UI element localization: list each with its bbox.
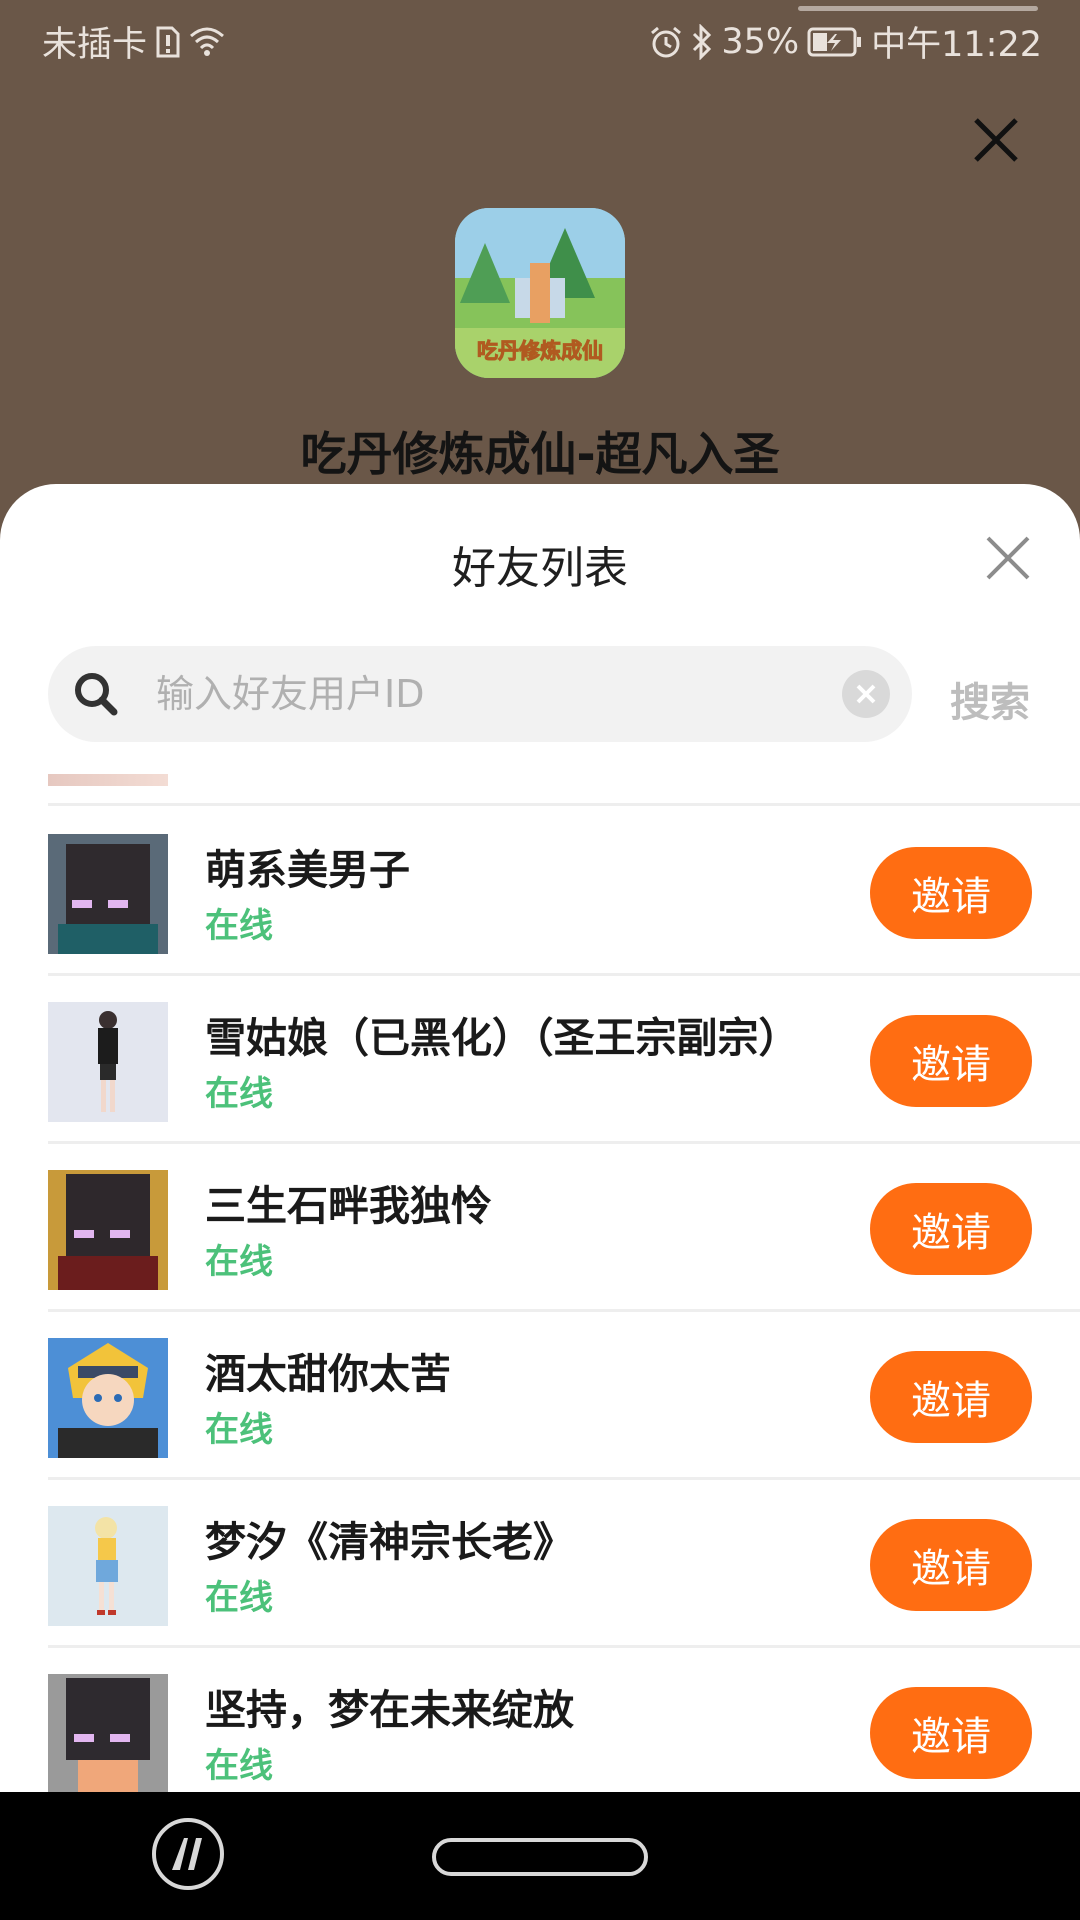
carrier-text: 未插卡 (42, 25, 148, 65)
bluetooth-icon (691, 23, 713, 60)
friend-status: 在线 (205, 906, 273, 946)
friend-status: 在线 (205, 1578, 273, 1618)
friend-name: 梦汐《清神宗长老》 (205, 1518, 574, 1566)
friend-name: 雪姑娘（已黑化）（圣王宗副宗） (205, 1014, 800, 1062)
enderman-avatar (48, 834, 168, 954)
friend-status: 在线 (205, 1746, 273, 1786)
status-right: 35% 中午11:22 (649, 16, 1042, 67)
invite-button[interactable]: 邀请 (870, 1351, 1032, 1443)
page-close-icon[interactable] (968, 112, 1024, 168)
battery-icon (807, 26, 863, 58)
invite-button[interactable]: 邀请 (870, 1519, 1032, 1611)
search-input[interactable] (156, 664, 756, 724)
sheet-title: 好友列表 (452, 543, 628, 594)
invite-button[interactable]: 邀请 (870, 847, 1032, 939)
friend-name: 坚持，梦在未来绽放 (205, 1686, 574, 1734)
screen: 未插卡 35% 中午11:22 吃丹修炼成仙 吃丹修炼成仙-超凡入圣 好友列表 … (0, 0, 1080, 1920)
list-item-partial (48, 774, 1080, 806)
list-item: 酒太甜你太苦 在线 邀请 (48, 1312, 1080, 1480)
game-icon-caption: 吃丹修炼成仙 (477, 339, 603, 363)
assistant-app-icon[interactable] (150, 1816, 226, 1892)
invite-button[interactable]: 邀请 (870, 1183, 1032, 1275)
friend-status: 在线 (205, 1410, 273, 1450)
anime-avatar (48, 1338, 168, 1458)
friend-list-sheet: 好友列表 搜索 萌系美男子 在线 邀 (0, 484, 1080, 1920)
search-icon (70, 668, 122, 720)
search-button[interactable]: 搜索 (950, 670, 1030, 728)
list-item: 坚持，梦在未来绽放 在线 邀请 (48, 1648, 1080, 1816)
friend-name: 萌系美男子 (205, 846, 410, 894)
clear-icon[interactable] (842, 670, 890, 718)
enderman-avatar (48, 1170, 168, 1290)
sim-icon (155, 25, 181, 59)
status-indicator-line (798, 6, 1038, 11)
search-box (48, 646, 912, 742)
clock-text: 中午11:22 (871, 25, 1042, 65)
status-bar: 未插卡 35% 中午11:22 (0, 0, 1080, 76)
friend-status: 在线 (205, 1242, 273, 1282)
list-item: 雪姑娘（已黑化）（圣王宗副宗） 在线 邀请 (48, 976, 1080, 1144)
list-item: 三生石畔我独怜 在线 邀请 (48, 1144, 1080, 1312)
invite-button[interactable]: 邀请 (870, 1687, 1032, 1779)
friend-list[interactable]: 萌系美男子 在线 邀请 雪姑娘（已黑化）（圣王宗副宗） 在线 邀请 三生石畔我独… (0, 774, 1080, 1920)
girl-avatar (48, 1002, 168, 1122)
girl-avatar (48, 1506, 168, 1626)
friend-name: 三生石畔我独怜 (205, 1182, 492, 1230)
list-item: 梦汐《清神宗长老》 在线 邀请 (48, 1480, 1080, 1648)
friend-name: 酒太甜你太苦 (205, 1350, 451, 1398)
wifi-icon (189, 26, 225, 58)
friend-status: 在线 (205, 1074, 273, 1114)
battery-percent: 35% (721, 21, 800, 62)
navigation-bar (0, 1792, 1080, 1920)
status-left: 未插卡 (42, 16, 225, 67)
alarm-icon (649, 25, 683, 59)
game-title: 吃丹修炼成仙-超凡入圣 (300, 427, 780, 481)
enderman-avatar (48, 1674, 168, 1794)
home-bar[interactable] (432, 1838, 648, 1876)
avatar (48, 774, 168, 786)
list-item: 萌系美男子 在线 邀请 (48, 808, 1080, 976)
invite-button[interactable]: 邀请 (870, 1015, 1032, 1107)
sheet-close-icon[interactable] (982, 532, 1034, 584)
game-icon: 吃丹修炼成仙 (455, 208, 625, 378)
